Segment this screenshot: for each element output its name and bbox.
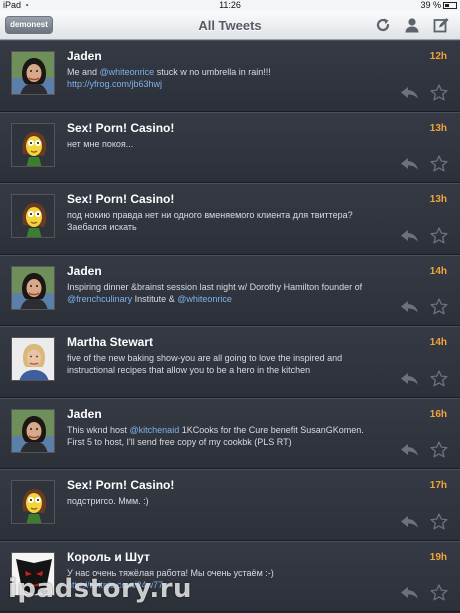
- tweet-row[interactable]: Martha Stewart 14h five of the new baking …: [0, 326, 460, 398]
- tweet-author[interactable]: Sex! Porn! Casino!: [67, 192, 174, 206]
- tweet-time: 16h: [429, 408, 447, 420]
- status-bar: iPad ◔ 11:26 39 %: [0, 0, 460, 11]
- tweet-row[interactable]: Sex! Porn! Casino! 17h подстригсо. Ммм. :): [0, 469, 460, 541]
- tweet-time: 14h: [429, 337, 447, 348]
- reply-icon[interactable]: [401, 372, 418, 385]
- tweet-link[interactable]: http://yfrog.com/jb63hwj: [67, 79, 162, 89]
- tweet-text-segment: five of the new baking show-you are all …: [67, 353, 343, 375]
- avatar[interactable]: [11, 337, 55, 381]
- tweet-link[interactable]: @frenchculinary: [67, 294, 132, 304]
- avatar[interactable]: [11, 122, 55, 167]
- reply-icon[interactable]: [401, 158, 418, 170]
- star-icon[interactable]: [430, 226, 448, 244]
- tweet-text-segment: stuck w no umbrella in rain!!!: [154, 67, 271, 77]
- tweet-author[interactable]: Sex! Porn! Casino!: [67, 121, 174, 135]
- refresh-icon[interactable]: [375, 17, 391, 33]
- tweet-row[interactable]: Jaden 12h Me and @whiteonrice stuck w no u…: [0, 40, 460, 112]
- tweet-link[interactable]: @whiteonrice: [100, 67, 155, 77]
- star-icon[interactable]: [430, 298, 448, 315]
- reply-icon[interactable]: [401, 86, 418, 99]
- tweet-text-segment: Institute &: [132, 293, 178, 304]
- avatar[interactable]: [11, 408, 55, 453]
- star-icon[interactable]: [430, 369, 448, 387]
- tweet-row[interactable]: Sex! Porn! Casino! 13h под нокию правда не…: [0, 183, 460, 255]
- tweet-text: подстригсо. Ммм. :): [67, 495, 367, 507]
- status-time: 11:26: [219, 0, 241, 10]
- tweet-link[interactable]: @kitchenaid: [130, 425, 180, 435]
- battery-icon: [443, 2, 457, 9]
- star-icon[interactable]: [430, 155, 448, 172]
- tweet-author[interactable]: Король и Шут: [67, 550, 150, 564]
- tweet-author[interactable]: Jaden: [67, 49, 102, 63]
- account-button[interactable]: demonest: [5, 16, 53, 34]
- avatar[interactable]: [11, 265, 55, 310]
- avatar[interactable]: [11, 194, 55, 238]
- tweet-text: под нокию правда нет ни одного вменяемог…: [67, 209, 367, 233]
- tweet-list[interactable]: Jaden 12h Me and @whiteonrice stuck w no u…: [0, 40, 460, 613]
- tweet-row[interactable]: Jaden 16h This wknd host @kitchenaid 1KCoo…: [0, 397, 460, 469]
- avatar[interactable]: [11, 480, 55, 524]
- page-title: All Tweets: [198, 18, 262, 33]
- navigation-bar: All Tweets demonest: [0, 11, 460, 40]
- tweet-time: 12h: [429, 51, 447, 62]
- tweet-text: This wknd host @kitchenaid 1KCooks for t…: [67, 424, 367, 448]
- tweet-text: Inspiring dinner &brainst session last n…: [67, 281, 367, 305]
- tweet-text-segment: подстригсо. Ммм. :): [67, 496, 149, 506]
- profile-icon[interactable]: [404, 17, 420, 33]
- tweet-time: 19h: [429, 551, 447, 563]
- tweet-text-segment: Inspiring dinner &brainst session last n…: [67, 281, 363, 292]
- tweet-text: нет мне покоя...: [67, 138, 367, 150]
- compose-icon[interactable]: [433, 17, 449, 33]
- avatar[interactable]: [11, 51, 55, 95]
- reply-icon[interactable]: [401, 301, 418, 313]
- tweet-time: 14h: [429, 265, 447, 277]
- tweet-link[interactable]: @whiteonrice: [177, 294, 232, 304]
- tweet-time: 13h: [429, 122, 447, 134]
- tweet-text: five of the new baking show-you are all …: [67, 352, 367, 376]
- star-icon[interactable]: [430, 584, 448, 601]
- star-icon[interactable]: [430, 441, 448, 458]
- tweet-text-segment: Me and: [67, 67, 100, 77]
- tweet-time: 17h: [429, 480, 447, 491]
- tweet-text: Me and @whiteonrice stuck w no umbrella …: [67, 66, 367, 90]
- watermark: ipadstory.ru: [8, 574, 193, 604]
- tweet-author[interactable]: Jaden: [67, 264, 102, 278]
- tweet-row[interactable]: Sex! Porn! Casino! 13h нет мне покоя...: [0, 111, 460, 183]
- star-icon[interactable]: [430, 83, 448, 101]
- battery-percent: 39 %: [420, 0, 441, 10]
- reply-icon[interactable]: [401, 444, 418, 456]
- tweet-time: 13h: [429, 194, 447, 205]
- tweet-author[interactable]: Sex! Porn! Casino!: [67, 478, 174, 492]
- tweet-text-segment: под нокию правда нет ни одного вменяемог…: [67, 210, 353, 232]
- tweet-author[interactable]: Jaden: [67, 407, 102, 421]
- tweet-text-segment: нет мне покоя...: [67, 138, 134, 149]
- star-icon[interactable]: [430, 512, 448, 530]
- reply-icon[interactable]: [401, 587, 418, 599]
- battery-status: 39 %: [420, 0, 457, 11]
- tweet-author[interactable]: Martha Stewart: [67, 335, 153, 349]
- tweet-text-segment: This wknd host: [67, 424, 130, 435]
- reply-icon[interactable]: [401, 229, 418, 242]
- reply-icon[interactable]: [401, 515, 418, 528]
- tweet-row[interactable]: Jaden 14h Inspiring dinner &brainst sessio…: [0, 254, 460, 326]
